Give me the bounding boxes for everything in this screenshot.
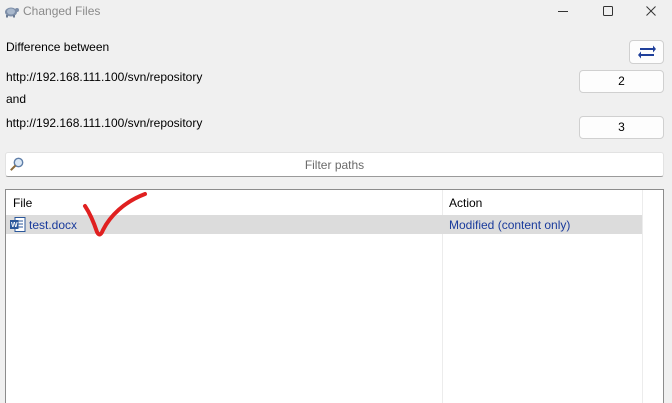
close-icon — [646, 6, 656, 16]
column-header-file[interactable]: File — [13, 196, 32, 210]
difference-heading: Difference between — [6, 40, 110, 54]
close-button[interactable] — [628, 0, 672, 22]
and-label: and — [6, 92, 27, 106]
red-checkmark-annotation — [83, 192, 147, 237]
to-revision-button[interactable]: 3 — [579, 116, 664, 139]
maximize-button[interactable] — [585, 0, 631, 22]
swap-revisions-button[interactable] — [629, 40, 664, 64]
title-bar[interactable]: Changed Files — [0, 0, 672, 24]
to-url: http://192.168.111.100/svn/repository — [6, 116, 203, 130]
minimize-icon — [558, 11, 568, 12]
word-document-icon: W — [10, 217, 26, 232]
from-url: http://192.168.111.100/svn/repository — [6, 70, 203, 84]
filter-placeholder: Filter paths — [304, 158, 365, 172]
filter-paths-input[interactable]: Filter paths — [5, 152, 664, 177]
file-name: test.docx — [29, 218, 78, 232]
maximize-icon — [603, 6, 613, 16]
column-divider[interactable] — [642, 190, 643, 403]
from-revision-button[interactable]: 2 — [579, 70, 664, 93]
swap-arrows-icon — [637, 45, 656, 59]
minimize-button[interactable] — [540, 0, 586, 22]
window-title: Changed Files — [23, 4, 101, 18]
column-header-action[interactable]: Action — [449, 196, 482, 210]
tortoisesvn-icon — [5, 7, 19, 18]
file-action: Modified (content only) — [449, 218, 571, 232]
svg-text:W: W — [11, 222, 18, 229]
